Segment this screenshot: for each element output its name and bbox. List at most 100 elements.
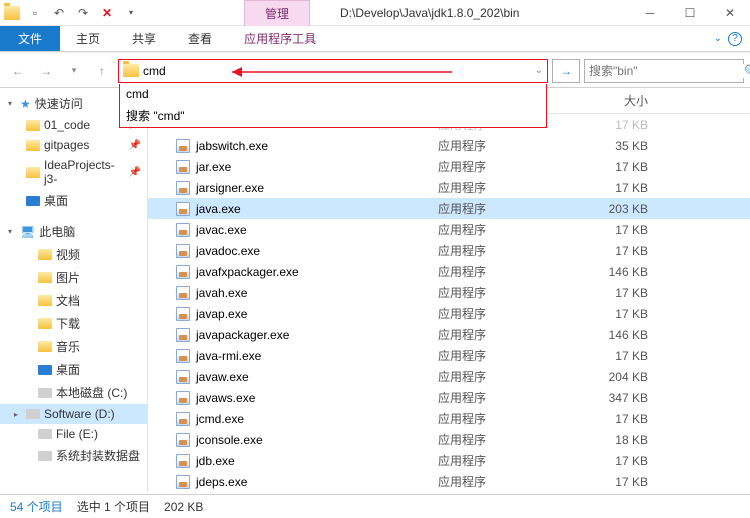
file-row[interactable]: jdeps.exe应用程序17 KB bbox=[148, 471, 750, 492]
sidebar-item[interactable]: 本地磁盘 (C:) bbox=[0, 381, 147, 404]
suggestion-item[interactable]: 搜索 "cmd" bbox=[120, 104, 546, 127]
sidebar-item[interactable]: 下载 bbox=[0, 312, 147, 335]
file-row[interactable]: javah.exe应用程序17 KB bbox=[148, 282, 750, 303]
file-name: jconsole.exe bbox=[196, 433, 263, 447]
qat-dropdown-icon[interactable]: ▾ bbox=[122, 4, 140, 22]
item-count: 54 个项目 bbox=[10, 498, 63, 515]
desktop-icon bbox=[38, 365, 52, 375]
tab-app-tools[interactable]: 应用程序工具 bbox=[228, 26, 332, 51]
tab-share[interactable]: 共享 bbox=[116, 26, 172, 51]
window-title: D:\Develop\Java\jdk1.8.0_202\bin bbox=[340, 6, 519, 20]
redo-icon[interactable]: ↷ bbox=[74, 4, 92, 22]
file-name: jabswitch.exe bbox=[196, 139, 268, 153]
file-size: 17 KB bbox=[588, 412, 668, 426]
minimize-button[interactable]: ─ bbox=[630, 0, 670, 26]
library-icon bbox=[38, 249, 52, 260]
sidebar-item[interactable]: 图片 bbox=[0, 266, 147, 289]
file-name: javap.exe bbox=[196, 307, 247, 321]
file-row[interactable]: jconsole.exe应用程序18 KB bbox=[148, 429, 750, 450]
drive-icon bbox=[26, 409, 40, 419]
suggestion-item[interactable]: cmd bbox=[120, 84, 546, 104]
exe-icon bbox=[176, 244, 190, 258]
file-name: jdb.exe bbox=[196, 454, 235, 468]
file-row[interactable]: java.exe应用程序203 KB bbox=[148, 198, 750, 219]
tab-view[interactable]: 查看 bbox=[172, 26, 228, 51]
ribbon-collapse[interactable]: ⌄ ? bbox=[706, 26, 750, 51]
exe-icon bbox=[176, 412, 190, 426]
col-size[interactable]: 大小 bbox=[588, 92, 668, 109]
file-row[interactable]: jcmd.exe应用程序17 KB bbox=[148, 408, 750, 429]
navigation-pane: ▾★快速访问 01_code📌gitpages📌IdeaProjects-j3-… bbox=[0, 88, 148, 492]
file-type: 应用程序 bbox=[438, 473, 588, 490]
star-icon: ★ bbox=[20, 97, 31, 111]
file-size: 18 KB bbox=[588, 433, 668, 447]
file-type: 应用程序 bbox=[438, 452, 588, 469]
chevron-down-icon[interactable]: ⌄ bbox=[535, 65, 543, 76]
file-row[interactable]: jar.exe应用程序17 KB bbox=[148, 156, 750, 177]
sidebar-desktop[interactable]: 桌面 bbox=[0, 189, 147, 212]
sidebar-item[interactable]: 音乐 bbox=[0, 335, 147, 358]
file-row[interactable]: jdb.exe 应用程序17 KB bbox=[148, 450, 750, 471]
file-size: 35 KB bbox=[588, 139, 668, 153]
file-size: 347 KB bbox=[588, 391, 668, 405]
file-type: 应用程序 bbox=[438, 326, 588, 343]
tab-home[interactable]: 主页 bbox=[60, 26, 116, 51]
file-size: 17 KB bbox=[588, 349, 668, 363]
search-input[interactable] bbox=[589, 64, 744, 78]
exe-icon bbox=[176, 349, 190, 363]
forward-button[interactable]: → bbox=[34, 59, 58, 83]
chevron-down-icon: ⌄ bbox=[714, 33, 722, 44]
this-pc-header[interactable]: ▾🖥此电脑 bbox=[0, 220, 147, 243]
sidebar-item[interactable]: 文档 bbox=[0, 289, 147, 312]
search-icon: 🔍 bbox=[744, 64, 750, 78]
sidebar-item[interactable]: 桌面 bbox=[0, 358, 147, 381]
exe-icon bbox=[176, 181, 190, 195]
help-icon[interactable]: ? bbox=[728, 32, 742, 46]
file-type: 应用程序 bbox=[438, 242, 588, 259]
maximize-button[interactable]: ☐ bbox=[670, 0, 710, 26]
pin-icon: 📌 bbox=[129, 167, 141, 178]
back-button[interactable]: ← bbox=[6, 59, 30, 83]
file-size: 17 KB bbox=[588, 454, 668, 468]
file-row[interactable]: java-rmi.exe应用程序17 KB bbox=[148, 345, 750, 366]
ribbon-tabs: 文件 主页 共享 查看 应用程序工具 ⌄ ? bbox=[0, 26, 750, 52]
sidebar-item[interactable]: 视频 bbox=[0, 243, 147, 266]
file-row[interactable]: javadoc.exe应用程序17 KB bbox=[148, 240, 750, 261]
file-row[interactable]: javac.exe应用程序17 KB bbox=[148, 219, 750, 240]
search-box[interactable]: 🔍 bbox=[584, 59, 744, 83]
recent-dropdown[interactable]: ▾ bbox=[62, 59, 86, 83]
window-controls: ─ ☐ ✕ bbox=[630, 0, 750, 26]
file-row[interactable]: javap.exe应用程序17 KB bbox=[148, 303, 750, 324]
exe-icon bbox=[176, 202, 190, 216]
undo-icon[interactable]: ↶ bbox=[50, 4, 68, 22]
file-row[interactable]: javafxpackager.exe应用程序146 KB bbox=[148, 261, 750, 282]
sidebar-item[interactable]: IdeaProjects-j3-📌 bbox=[0, 155, 147, 189]
sidebar-item[interactable]: File (E:) bbox=[0, 424, 147, 444]
file-type: 应用程序 bbox=[438, 137, 588, 154]
qat-doc-icon[interactable]: ▫ bbox=[26, 4, 44, 22]
sidebar-item[interactable]: ▸Software (D:) bbox=[0, 404, 147, 424]
exe-icon bbox=[176, 139, 190, 153]
folder-icon bbox=[4, 6, 20, 20]
file-size: 17 KB bbox=[588, 244, 668, 258]
file-row[interactable]: javaws.exe应用程序347 KB bbox=[148, 387, 750, 408]
file-row[interactable]: jarsigner.exe应用程序17 KB bbox=[148, 177, 750, 198]
file-row[interactable]: jabswitch.exe 应用程序35 KB bbox=[148, 135, 750, 156]
selection-count: 选中 1 个项目 bbox=[77, 498, 150, 515]
library-icon bbox=[38, 295, 52, 306]
delete-icon[interactable]: ✕ bbox=[98, 4, 116, 22]
file-tab[interactable]: 文件 bbox=[0, 26, 60, 51]
selection-size: 202 KB bbox=[164, 500, 203, 514]
file-name: jar.exe bbox=[196, 160, 231, 174]
file-type: 应用程序 bbox=[438, 305, 588, 322]
file-row[interactable]: javapackager.exe应用程序146 KB bbox=[148, 324, 750, 345]
go-button[interactable]: → bbox=[552, 59, 580, 83]
annotation-arrow bbox=[232, 62, 462, 82]
sidebar-item[interactable]: gitpages📌 bbox=[0, 135, 147, 155]
close-button[interactable]: ✕ bbox=[710, 0, 750, 26]
file-row[interactable]: javaw.exe应用程序204 KB bbox=[148, 366, 750, 387]
file-type: 应用程序 bbox=[438, 389, 588, 406]
up-button[interactable]: ↑ bbox=[90, 59, 114, 83]
folder-icon bbox=[26, 120, 40, 131]
sidebar-item[interactable]: 系统封装数据盘 bbox=[0, 444, 147, 467]
